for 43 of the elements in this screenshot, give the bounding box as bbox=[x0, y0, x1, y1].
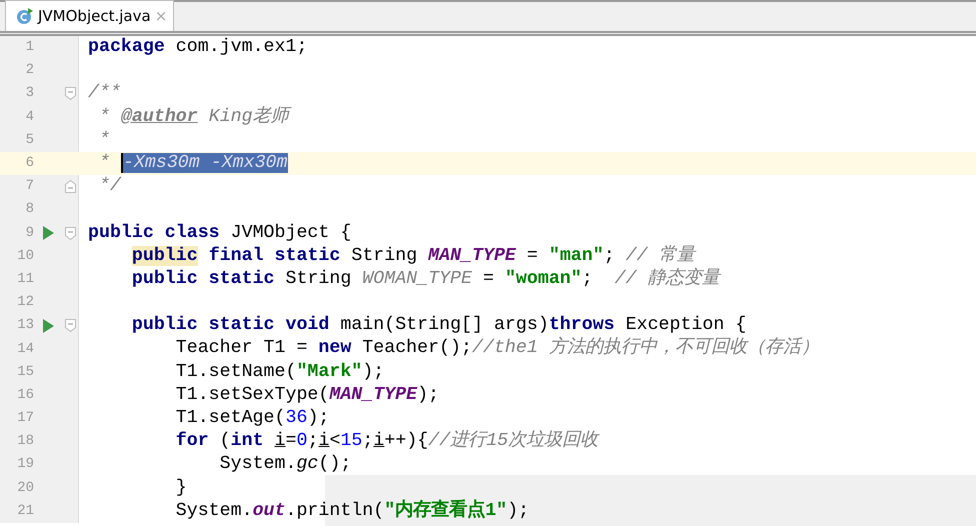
code-line: public class JVMObject { bbox=[88, 222, 352, 244]
line-number: 3 bbox=[24, 84, 34, 104]
fold-icon[interactable] bbox=[64, 226, 76, 240]
line-number: 11 bbox=[16, 270, 34, 289]
code-line: */ bbox=[98, 175, 121, 198]
line-number: 21 bbox=[16, 502, 34, 521]
code-line: System.out.println("内存查看点1"); bbox=[174, 500, 530, 523]
line-number: 10 bbox=[16, 246, 34, 266]
line-number: 17 bbox=[16, 409, 34, 428]
line-number: 2 bbox=[24, 61, 34, 80]
run-icon[interactable] bbox=[42, 226, 54, 240]
line-number: 18 bbox=[16, 432, 34, 452]
code-line: public static void main(String[] args)throws Exception { bbox=[130, 314, 746, 336]
code-line: Teacher T1 = new Teacher();//the1 方法的执行中，不可回收（存活） bbox=[174, 337, 819, 360]
line-number: 5 bbox=[24, 130, 34, 150]
code-line: public static String WOMAN_TYPE = "woman"; // 静态变量 bbox=[130, 268, 720, 291]
code-line: /** bbox=[88, 82, 121, 106]
line-number: 8 bbox=[24, 200, 34, 220]
line-number: 6 bbox=[24, 154, 34, 174]
run-icon[interactable] bbox=[42, 318, 54, 333]
code-line: T1.setAge(36); bbox=[174, 407, 330, 430]
java-class-icon bbox=[16, 7, 34, 25]
line-number: 12 bbox=[16, 293, 34, 312]
code-line: package com.jvm.ex1; bbox=[88, 36, 308, 59]
code-line: T1.setSexType(MAN_TYPE); bbox=[174, 384, 440, 407]
line-number: 9 bbox=[24, 224, 34, 243]
line-number: 14 bbox=[16, 340, 34, 359]
line-number: 20 bbox=[16, 478, 34, 498]
code-line: } bbox=[174, 476, 187, 500]
line-number: 16 bbox=[16, 386, 34, 405]
line-number: 4 bbox=[24, 108, 34, 127]
code-line: public final static String MAN_TYPE = "man"; // 常量 bbox=[130, 244, 695, 268]
line-number: 13 bbox=[16, 316, 34, 336]
line-number: 7 bbox=[24, 177, 34, 196]
line-number: 15 bbox=[16, 362, 34, 382]
code-line: * @author King老师 bbox=[88, 106, 289, 129]
code-line: * bbox=[98, 128, 110, 152]
code-line: System.gc(); bbox=[218, 453, 352, 476]
line-number: 1 bbox=[24, 38, 34, 58]
code-line: for (int i=0;i<15;i++){//进行15次垃圾回收 bbox=[174, 430, 598, 454]
line-number: 19 bbox=[16, 455, 34, 474]
code-line: T1.setName("Mark"); bbox=[174, 360, 384, 384]
file-tab[interactable]: JVMObject.java × bbox=[5, 0, 174, 31]
